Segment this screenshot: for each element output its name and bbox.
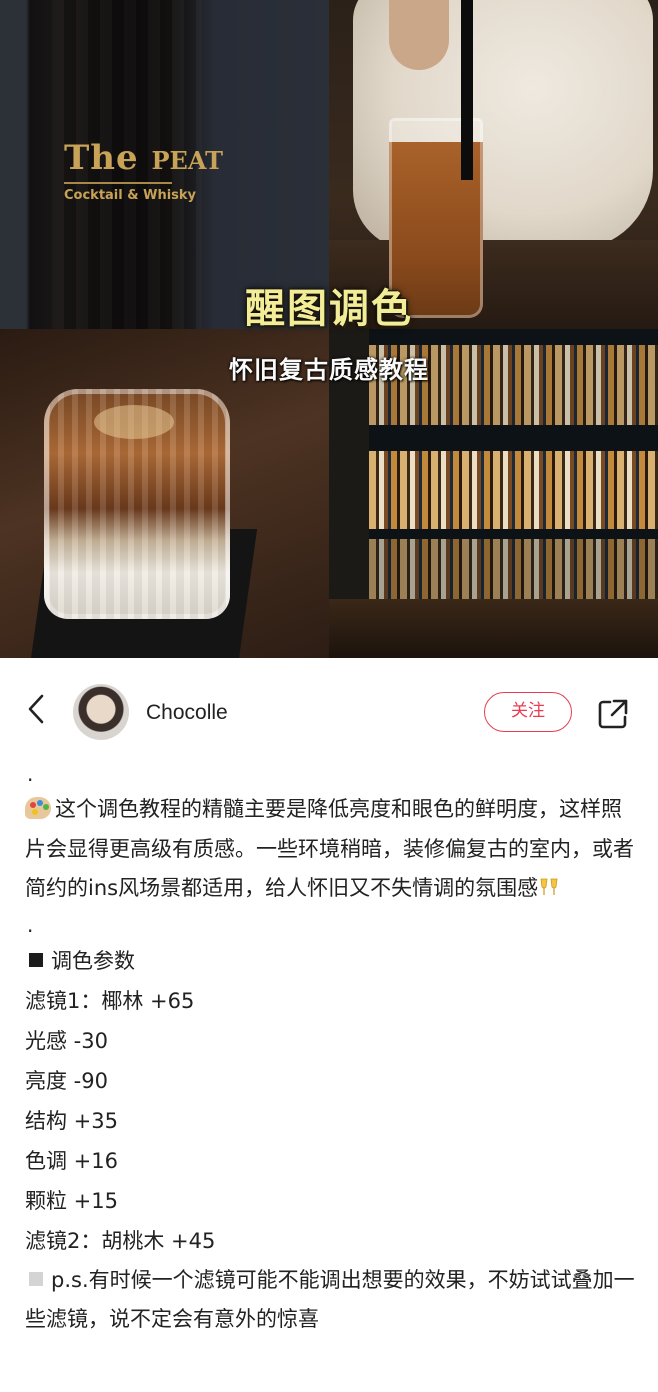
author-avatar[interactable] <box>73 684 129 740</box>
param-line: 结构 +35 <box>25 1108 118 1133</box>
cover-subtitle: 怀旧复古质感教程 <box>229 356 429 384</box>
separator-dot: . <box>27 912 34 937</box>
bar-sign-title: The PEAT <box>64 138 224 178</box>
chevron-left-icon <box>28 694 44 724</box>
bar-sign-subtitle: Cocktail & Whisky <box>64 188 197 203</box>
post-note: p.s.有时候一个滤镜可能不能调出想要的效果，不妨试试叠加一些滤镜，说不定会有意… <box>25 1267 635 1332</box>
cover-image-collage[interactable]: The PEAT Cocktail & Whisky 醒图调色 怀旧复古质感教程 <box>0 0 658 658</box>
param-line: 颗粒 +15 <box>25 1188 118 1213</box>
param-line: 亮度 -90 <box>25 1068 108 1093</box>
white-square-icon <box>29 1271 43 1286</box>
share-icon <box>598 699 628 729</box>
param-line: 光感 -30 <box>25 1028 108 1053</box>
post-intro: 这个调色教程的精髓主要是降低亮度和眼色的鲜明度，这样照片会显得更高级有质感。一些… <box>25 790 637 909</box>
author-name[interactable]: Chocolle <box>146 701 228 725</box>
clinking-glasses-icon <box>540 878 558 895</box>
black-square-icon <box>29 952 43 967</box>
separator-dot: . <box>27 762 34 786</box>
params-header: 调色参数 <box>25 941 637 981</box>
param-line: 滤镜1：椰林 +65 <box>25 988 195 1013</box>
param-line: 色调 +16 <box>25 1148 118 1173</box>
palette-icon <box>25 797 51 819</box>
share-button[interactable] <box>595 696 631 732</box>
post-content: . 这个调色教程的精髓主要是降低亮度和眼色的鲜明度，这样照片会显得更高级有质感。… <box>25 758 637 1340</box>
cover-title: 醒图调色 <box>245 286 413 332</box>
follow-button[interactable]: 关注 <box>484 692 572 732</box>
param-line: 滤镜2：胡桃木 +45 <box>25 1228 216 1253</box>
back-button[interactable] <box>22 692 52 726</box>
